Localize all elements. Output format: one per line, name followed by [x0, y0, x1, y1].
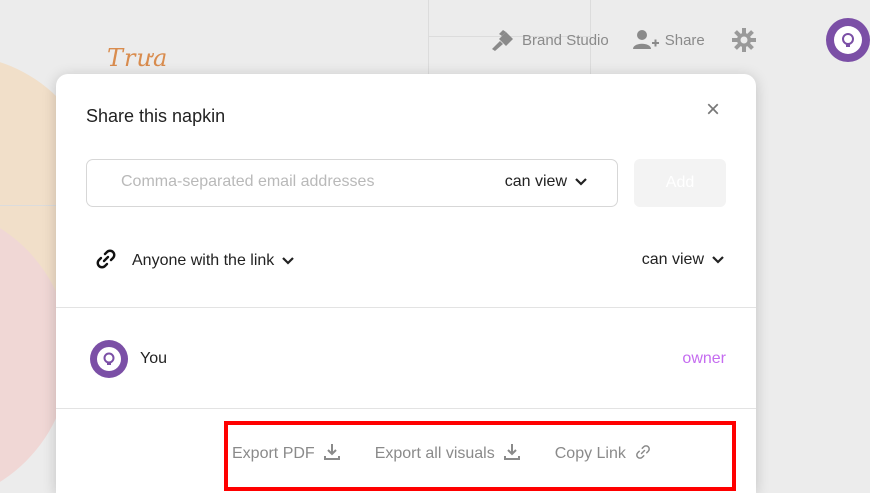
- invite-permission-label: can view: [504, 173, 567, 190]
- canvas-title: Trưa: [107, 44, 169, 72]
- top-toolbar: Brand Studio Share: [488, 22, 757, 58]
- invite-permission-dropdown[interactable]: can view: [505, 173, 587, 191]
- share-label: Share: [664, 31, 705, 49]
- brand-studio-button[interactable]: Brand Studio: [488, 29, 609, 51]
- section-divider: [56, 307, 756, 308]
- link-sharing-row: Anyone with the link can view: [94, 246, 724, 276]
- chevron-down-icon: [575, 173, 587, 191]
- close-icon[interactable]: ×: [706, 98, 720, 122]
- brand-studio-label: Brand Studio: [522, 31, 609, 49]
- member-row: You owner: [90, 340, 726, 378]
- link-scope-dropdown[interactable]: Anyone with the link: [132, 252, 295, 270]
- member-role: owner: [682, 350, 726, 367]
- email-invite-box: can view: [86, 159, 618, 207]
- link-scope-label: Anyone with the link: [132, 252, 275, 269]
- settings-button[interactable]: [731, 27, 757, 53]
- chevron-down-icon: [282, 252, 295, 270]
- section-divider: [56, 408, 756, 409]
- gear-icon: [731, 27, 757, 53]
- user-avatar-button[interactable]: [826, 18, 870, 62]
- link-permission-label: can view: [641, 251, 704, 268]
- link-icon: [94, 247, 118, 276]
- link-permission-dropdown[interactable]: can view: [642, 251, 724, 269]
- brand-studio-icon: [488, 29, 516, 51]
- avatar: [90, 340, 128, 378]
- dialog-title: Share this napkin: [86, 106, 226, 126]
- add-button[interactable]: Add: [634, 159, 726, 207]
- chevron-down-icon: [712, 251, 724, 269]
- lightbulb-icon: [97, 347, 121, 371]
- user-avatar-icon: [834, 26, 862, 54]
- email-input[interactable]: [121, 173, 421, 191]
- highlight-box: [224, 421, 736, 491]
- member-name: You: [140, 350, 167, 367]
- share-user-icon: [632, 29, 659, 51]
- share-button[interactable]: Share: [632, 29, 705, 51]
- canvas-divider: [428, 0, 429, 75]
